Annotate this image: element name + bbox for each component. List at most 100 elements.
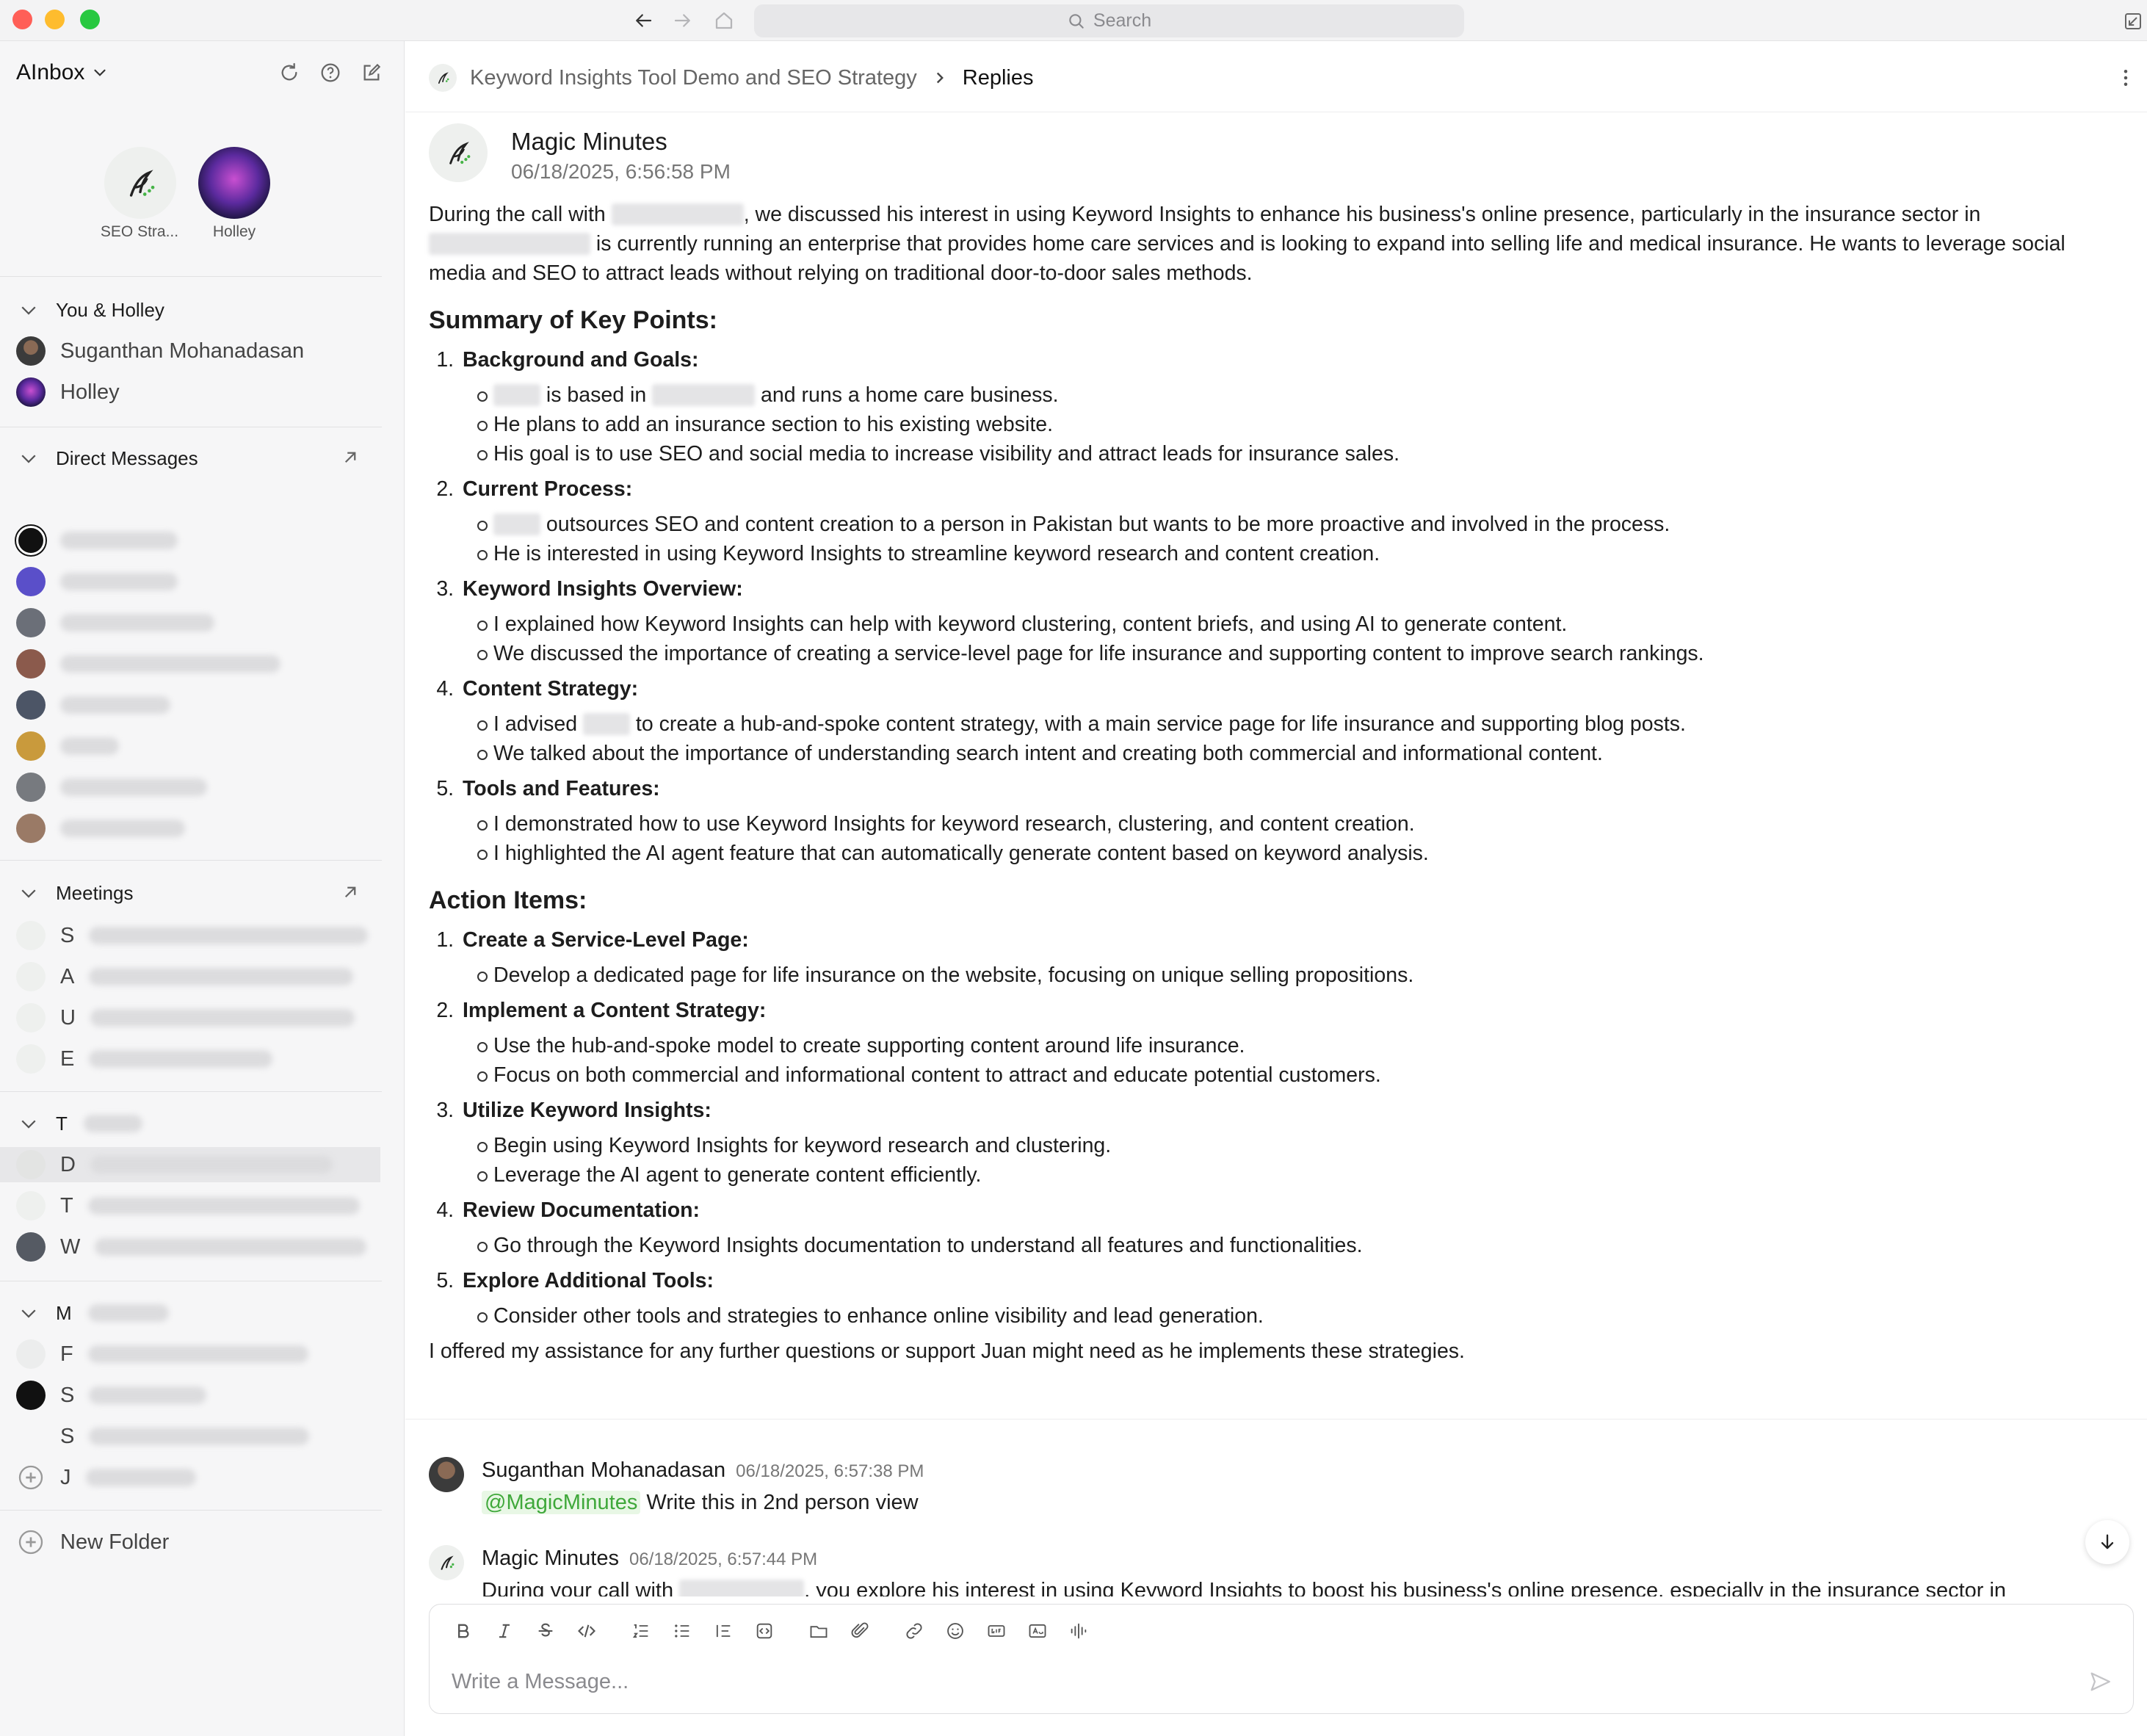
meeting-item[interactable]: S <box>16 918 369 953</box>
mention-magic-minutes[interactable]: @MagicMinutes <box>482 1491 641 1514</box>
home-icon <box>715 12 733 29</box>
collapse-window-icon[interactable] <box>2122 10 2144 32</box>
avatar <box>16 526 46 555</box>
folder-item[interactable]: F <box>16 1337 308 1372</box>
refresh-button[interactable] <box>278 61 301 84</box>
gif-button[interactable] <box>976 1613 1017 1649</box>
reply-message: Suganthan Mohanadasan 06/18/2025, 6:57:38… <box>429 1457 2118 1530</box>
numbered-list-button[interactable] <box>620 1613 662 1649</box>
more-options-icon[interactable] <box>2115 65 2137 91</box>
bullet: Leverage the AI agent to generate conten… <box>477 1160 2125 1190</box>
dm-item[interactable] <box>16 523 178 558</box>
summary-item: Current Process: outsources SEO and cont… <box>460 474 2125 568</box>
folder-item[interactable]: S <box>16 1378 207 1413</box>
open-external-icon[interactable] <box>339 446 361 469</box>
thread-icon <box>16 1150 46 1179</box>
chevron-down-icon <box>21 306 36 315</box>
bullet: I highlighted the AI agent feature that … <box>477 839 2125 868</box>
summary-item: Content Strategy: I advised to create a … <box>460 674 2125 768</box>
dm-item[interactable] <box>16 770 207 805</box>
chevron-down-icon <box>94 69 106 76</box>
thread-item[interactable]: W <box>16 1229 367 1265</box>
send-icon[interactable] <box>2088 1669 2112 1694</box>
section-threads[interactable]: T <box>18 1109 142 1138</box>
emoji-button[interactable] <box>935 1613 976 1649</box>
dm-item[interactable] <box>16 811 185 846</box>
strikethrough-button[interactable] <box>525 1613 566 1649</box>
help-button[interactable] <box>319 61 342 84</box>
pinned-holley[interactable] <box>198 147 270 219</box>
arrow-left-icon <box>636 14 652 27</box>
sidebar-item-holley[interactable]: Holley <box>16 375 120 410</box>
action-item-title: Create a Service-Level Page: <box>463 928 749 952</box>
bullet: Go through the Keyword Insights document… <box>477 1231 2125 1260</box>
code-block-button[interactable] <box>744 1613 785 1649</box>
magic-minutes-icon <box>16 962 46 991</box>
voice-button[interactable] <box>1058 1613 1099 1649</box>
avatar <box>16 773 46 802</box>
bullet-list-button[interactable] <box>662 1613 703 1649</box>
dm-item[interactable] <box>16 605 214 640</box>
bullet: Consider other tools and strategies to e… <box>477 1301 2125 1331</box>
bullet: I advised to create a hub-and-spoke cont… <box>477 709 2125 739</box>
avatar <box>16 814 46 843</box>
message-input[interactable] <box>452 1663 2067 1700</box>
close-window-button[interactable] <box>12 10 32 29</box>
meeting-item[interactable]: A <box>16 959 354 994</box>
back-button[interactable] <box>629 7 658 34</box>
meeting-item[interactable]: E <box>16 1041 273 1077</box>
home-button[interactable] <box>709 7 739 34</box>
bullet: outsources SEO and content creation to a… <box>477 510 2125 539</box>
insert-link-button[interactable] <box>894 1613 935 1649</box>
bullet-text: and runs a home care business. <box>761 383 1059 407</box>
section-more[interactable]: M <box>18 1298 169 1328</box>
text-format-button[interactable] <box>1017 1613 1058 1649</box>
section-title: M <box>56 1301 72 1324</box>
section-meetings[interactable]: Meetings <box>18 878 134 908</box>
dm-item[interactable] <box>16 687 170 723</box>
open-external-icon[interactable] <box>339 881 361 903</box>
reply-timestamp: 06/18/2025, 6:57:38 PM <box>736 1461 924 1481</box>
thread-item[interactable]: T <box>16 1188 360 1223</box>
action-item-title: Utilize Keyword Insights: <box>463 1099 712 1122</box>
attach-folder-button[interactable] <box>798 1613 839 1649</box>
blockquote-button[interactable] <box>703 1613 744 1649</box>
section-you-holley[interactable]: You & Holley <box>18 295 164 325</box>
compose-button[interactable] <box>360 61 383 84</box>
zoom-window-button[interactable] <box>80 10 100 29</box>
bullet-text: is based in <box>546 383 647 407</box>
search-input[interactable]: Search <box>754 4 1464 37</box>
thread-label: D <box>60 1152 76 1176</box>
summary-item-title: Background and Goals: <box>463 348 699 372</box>
reply-text: @MagicMinutes Write this in 2nd person v… <box>482 1491 919 1515</box>
pinned-seo-strategy[interactable] <box>104 147 176 219</box>
bold-button[interactable] <box>443 1613 484 1649</box>
minimize-window-button[interactable] <box>45 10 65 29</box>
folder-item[interactable]: S <box>16 1419 310 1454</box>
breadcrumb-root[interactable]: Keyword Insights Tool Demo and SEO Strat… <box>470 66 917 90</box>
italic-button[interactable] <box>484 1613 525 1649</box>
bullet-text: I explained how Keyword Insights can hel… <box>493 612 1568 636</box>
sidebar-item-suganthan[interactable]: Suganthan Mohanadasan <box>16 333 304 369</box>
dm-item[interactable] <box>16 728 119 764</box>
strikethrough-icon <box>538 1623 553 1637</box>
action-items-heading: Action Items: <box>429 886 587 914</box>
dm-item[interactable] <box>16 646 280 681</box>
thread-item-active[interactable]: D <box>0 1147 380 1182</box>
attach-file-button[interactable] <box>839 1613 880 1649</box>
dm-item[interactable] <box>16 564 178 599</box>
scroll-to-bottom-button[interactable] <box>2085 1520 2129 1564</box>
sidebar-header: AInbox <box>0 41 405 106</box>
code-button[interactable] <box>566 1613 607 1649</box>
forward-button[interactable] <box>668 7 698 34</box>
workspace-switcher[interactable]: AInbox <box>16 60 109 85</box>
action-item: Review Documentation: Go through the Key… <box>460 1196 2125 1260</box>
avatar <box>16 1422 46 1451</box>
meeting-item[interactable]: U <box>16 1000 355 1035</box>
section-direct-messages[interactable]: Direct Messages <box>18 444 198 473</box>
post-author: Magic Minutes <box>511 128 667 155</box>
summary-heading: Summary of Key Points: <box>429 306 717 334</box>
link-icon <box>906 1623 922 1639</box>
new-folder-button[interactable]: New Folder <box>16 1525 169 1560</box>
folder-item[interactable]: J <box>16 1460 196 1495</box>
